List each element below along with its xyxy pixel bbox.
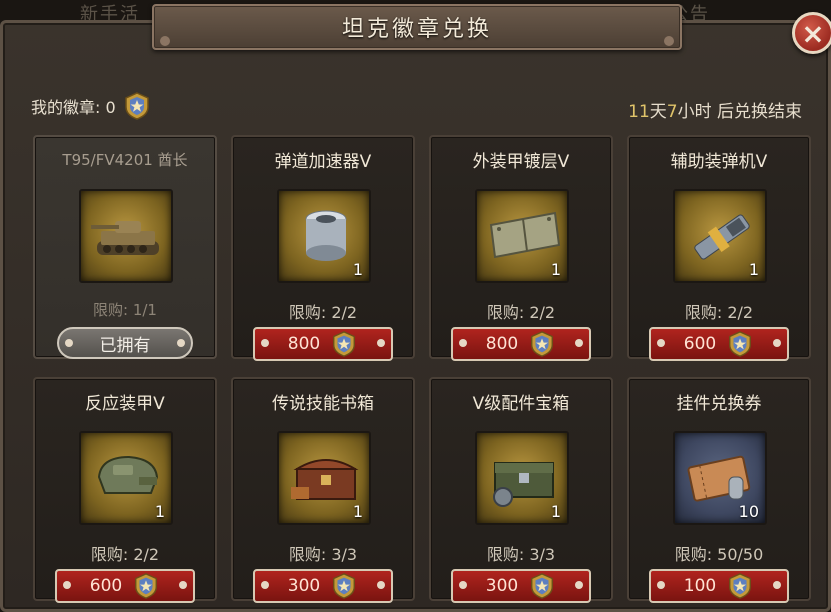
purchase-limit: 限购: 2/2: [90, 545, 160, 564]
item-name: T95/FV4201 酋长: [62, 151, 188, 169]
badge-icon: [729, 331, 752, 357]
item-quantity: 1: [352, 260, 363, 279]
purchase-limit: 限购: 3/3: [288, 545, 358, 564]
badge-icon: [124, 92, 149, 120]
item-name: 反应装甲V: [85, 394, 165, 414]
item-icon-box: 10: [673, 431, 767, 525]
item-quantity: 1: [550, 502, 561, 521]
item-name: 外装甲镀层V: [472, 152, 570, 172]
item-quantity: 10: [738, 502, 759, 521]
buy-button[interactable]: 300: [253, 569, 393, 603]
item-card-parts-chest: V级配件宝箱 1 限购: 3/3 300: [429, 377, 613, 603]
item-name: 挂件兑换券: [676, 394, 762, 414]
purchase-limit: 限购: 2/2: [288, 303, 358, 322]
item-card-armor-plate: 外装甲镀层V 1 限购: 2/2 800: [429, 135, 613, 361]
item-icon-box: 1: [475, 431, 569, 525]
buy-button[interactable]: 800: [253, 327, 393, 361]
badge-icon: [333, 573, 356, 599]
item-card-reactive-armor: 反应装甲V 1 限购: 2/2 600: [33, 377, 217, 603]
item-name: V级配件宝箱: [472, 394, 570, 414]
buy-button[interactable]: 100: [649, 569, 789, 603]
purchase-limit: 限购: 2/2: [486, 303, 556, 322]
item-name: 弹道加速器V: [274, 152, 372, 172]
item-name: 传说技能书箱: [272, 394, 374, 414]
timer-days-unit: 天: [649, 102, 667, 122]
badge-icon: [531, 331, 554, 357]
purchase-limit: 限购: 3/3: [486, 545, 556, 564]
purchase-limit: 限购: 1/1: [93, 301, 157, 319]
price-value: 300: [287, 576, 321, 596]
item-card-loader: 辅助装弹机V 1 限购: 2/2 600: [627, 135, 811, 361]
price-value: 600: [89, 576, 123, 596]
badge-icon: [729, 573, 752, 599]
badge-icon: [333, 331, 356, 357]
item-icon-box: 1: [277, 189, 371, 283]
badge-balance-label: 我的徽章: 0: [31, 98, 116, 117]
item-icon-box: 1: [79, 431, 173, 525]
badge-icon: [135, 573, 158, 599]
buy-button[interactable]: 800: [451, 327, 591, 361]
item-icon-box: 1: [673, 189, 767, 283]
close-button[interactable]: ×: [792, 12, 831, 54]
timer-days: 11: [628, 102, 650, 122]
exchange-dialog: 我的徽章: 0 11天7小时 后兑换结束 T95/FV4201 酋长 限购: 1…: [0, 20, 831, 612]
item-name: 辅助装弹机V: [670, 152, 768, 172]
item-card-accelerator: 弹道加速器V 1 限购: 2/2 800: [231, 135, 415, 361]
item-icon-box: 1: [277, 431, 371, 525]
buy-button[interactable]: 600: [649, 327, 789, 361]
purchase-limit: 限购: 50/50: [674, 545, 764, 564]
item-icon-box: 1: [475, 189, 569, 283]
item-card-ticket: 挂件兑换券 10 限购: 50/50 100: [627, 377, 811, 603]
badge-balance: 我的徽章: 0: [31, 91, 152, 121]
buy-button[interactable]: 600: [55, 569, 195, 603]
price-value: 600: [683, 334, 717, 354]
price-value: 300: [485, 576, 519, 596]
item-quantity: 1: [748, 260, 759, 279]
badge-icon: [531, 573, 554, 599]
item-quantity: 1: [550, 260, 561, 279]
timer-suffix: 后兑换结束: [711, 102, 802, 122]
dialog-title: 坦克徽章兑换: [341, 17, 492, 42]
exchange-timer: 11天7小时 后兑换结束: [628, 97, 802, 122]
owned-label: 已拥有: [99, 335, 151, 356]
item-quantity: 1: [352, 502, 363, 521]
item-card-tank: T95/FV4201 酋长 限购: 1/1 已拥有: [33, 135, 217, 359]
item-icon-box: [79, 189, 173, 283]
price-value: 800: [287, 334, 321, 354]
buy-button[interactable]: 300: [451, 569, 591, 603]
owned-button: 已拥有: [57, 327, 193, 359]
purchase-limit: 限购: 2/2: [684, 303, 754, 322]
price-value: 800: [485, 334, 519, 354]
timer-hours-unit: 小时: [677, 102, 712, 122]
close-icon: ×: [801, 16, 825, 50]
item-card-skill-chest: 传说技能书箱 1 限购: 3/3 300: [231, 377, 415, 603]
tank-icon: [91, 221, 159, 255]
timer-hours: 7: [666, 102, 678, 122]
price-value: 100: [683, 576, 717, 596]
dialog-title-plate: 坦克徽章兑换: [152, 4, 682, 50]
item-quantity: 1: [154, 502, 165, 521]
